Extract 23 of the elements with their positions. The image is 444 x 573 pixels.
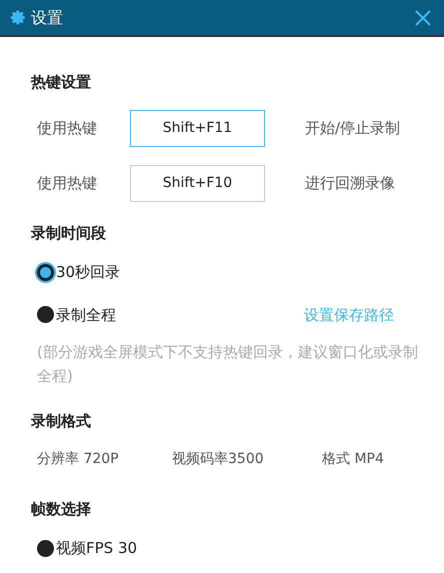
close-icon [414, 8, 432, 26]
hotkey-field[interactable]: Shift+F11 [130, 110, 265, 146]
hotkey-label: 使用热键 [37, 172, 98, 194]
section-heading: 录制格式 [31, 411, 92, 432]
hotkey-action: 开始/停止录制 [305, 118, 400, 139]
radio-button[interactable] [37, 264, 54, 281]
radio-button[interactable] [37, 540, 54, 557]
radio-label: 视频FPS 30 [56, 538, 138, 559]
format-info: 格式 MP4 [322, 450, 384, 468]
gear-icon [10, 9, 27, 26]
section-heading: 录制时间段 [31, 222, 107, 244]
hotkey-action: 进行回溯录像 [305, 172, 395, 194]
section-heading: 帧数选择 [31, 498, 92, 520]
format-info: 分辨率 720P [37, 450, 120, 468]
hotkey-label: 使用热键 [37, 118, 98, 139]
format-info: 视频码率3500 [172, 450, 265, 468]
window-title: 设置 [31, 6, 63, 28]
hotkey-field[interactable]: Shift+F10 [130, 164, 265, 202]
note-text: (部分游戏全屏模式下不支持热键回录，建议窗口化或录制全程) [36, 342, 419, 387]
radio-label: 录制全程 [56, 304, 116, 326]
radio-button[interactable] [37, 306, 54, 324]
radio-label: 30秒回录 [56, 262, 120, 283]
section-heading: 热键设置 [31, 72, 92, 93]
